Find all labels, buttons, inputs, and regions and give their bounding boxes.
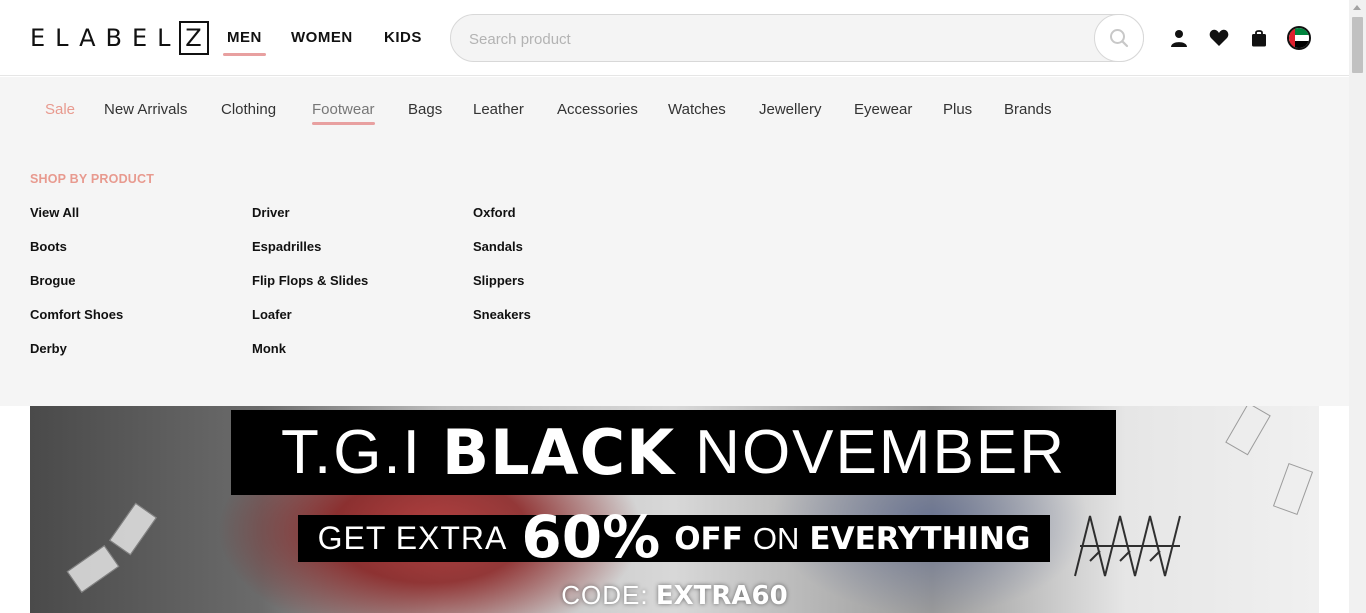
- search-bar: [450, 14, 1144, 62]
- category-footwear[interactable]: Footwear: [312, 101, 375, 125]
- gender-tab-women[interactable]: WOMEN: [291, 29, 353, 46]
- menu-link-loafer[interactable]: Loafer: [252, 307, 292, 322]
- category-plus[interactable]: Plus: [943, 101, 972, 118]
- tribal-pattern-image: [1074, 515, 1181, 577]
- category-nav: Sale New Arrivals Clothing Footwear Bags…: [0, 101, 1349, 125]
- menu-link-boots[interactable]: Boots: [30, 239, 67, 254]
- gender-tab-men[interactable]: MEN: [223, 29, 266, 56]
- offer-percent: 60%: [521, 502, 661, 571]
- heart-icon: [1209, 29, 1229, 46]
- menu-link-sneakers[interactable]: Sneakers: [473, 307, 531, 322]
- site-header: ELABEL Z MEN WOMEN KIDS: [0, 0, 1349, 76]
- offer-prefix: GET EXTRA: [317, 520, 508, 556]
- promo-code: CODE: EXTRA60: [30, 580, 1319, 611]
- headline-bold: BLACK: [441, 416, 676, 489]
- category-sale[interactable]: Sale: [45, 101, 75, 118]
- search-input[interactable]: [469, 27, 1069, 51]
- menu-link-driver[interactable]: Driver: [252, 205, 290, 220]
- flying-banknote-image: [109, 502, 157, 556]
- category-leather[interactable]: Leather: [473, 101, 524, 118]
- page-scrollbar[interactable]: [1349, 0, 1366, 613]
- headline-prefix: T.G.I: [280, 418, 422, 487]
- menu-link-sandals[interactable]: Sandals: [473, 239, 523, 254]
- category-bags[interactable]: Bags: [408, 101, 442, 118]
- category-eyewear[interactable]: Eyewear: [854, 101, 912, 118]
- search-icon: [1110, 29, 1129, 48]
- offer-off: OFF: [674, 520, 743, 557]
- gender-tab-kids[interactable]: KIDS: [384, 29, 422, 46]
- category-clothing[interactable]: Clothing: [221, 101, 276, 118]
- category-brands[interactable]: Brands: [1004, 101, 1052, 118]
- menu-link-monk[interactable]: Monk: [252, 341, 286, 356]
- menu-link-comfort-shoes[interactable]: Comfort Shoes: [30, 307, 123, 322]
- category-watches[interactable]: Watches: [668, 101, 726, 118]
- site-logo[interactable]: ELABEL Z: [30, 21, 209, 55]
- logo-text: ELABEL: [30, 24, 181, 52]
- shop-by-product-heading: SHOP BY PRODUCT: [30, 172, 155, 186]
- logo-box-letter: Z: [178, 21, 209, 55]
- menu-link-flip-flops-slides[interactable]: Flip Flops & Slides: [252, 273, 368, 288]
- offer-everything: EVERYTHING: [809, 520, 1031, 557]
- user-icon: [1171, 30, 1187, 47]
- menu-link-derby[interactable]: Derby: [30, 341, 67, 356]
- menu-link-view-all[interactable]: View All: [30, 205, 79, 220]
- flying-banknote-image: [1272, 462, 1314, 516]
- menu-link-espadrilles[interactable]: Espadrilles: [252, 239, 321, 254]
- banner-headline: T.G.I BLACK NOVEMBER: [231, 410, 1116, 495]
- bag-icon: [1252, 30, 1266, 47]
- scrollbar-thumb[interactable]: [1352, 17, 1363, 73]
- country-selector[interactable]: [1287, 26, 1311, 50]
- menu-link-oxford[interactable]: Oxford: [473, 205, 516, 220]
- wishlist-button[interactable]: [1208, 27, 1230, 49]
- uae-flag-icon: [1289, 28, 1309, 48]
- promo-banner[interactable]: T.G.I BLACK NOVEMBER GET EXTRA 60% OFF O…: [30, 406, 1319, 613]
- banner-offer: GET EXTRA 60% OFF ON EVERYTHING: [298, 508, 1050, 566]
- promo-code-label: CODE:: [561, 580, 649, 610]
- category-jewellery[interactable]: Jewellery: [759, 101, 822, 118]
- menu-link-brogue[interactable]: Brogue: [30, 273, 76, 288]
- category-accessories[interactable]: Accessories: [557, 101, 638, 118]
- headline-suffix: NOVEMBER: [695, 418, 1067, 487]
- promo-code-value: EXTRA60: [655, 581, 788, 611]
- cart-button[interactable]: [1248, 27, 1270, 49]
- search-button[interactable]: [1094, 14, 1144, 62]
- scroll-up-arrow-icon[interactable]: [1353, 5, 1361, 10]
- account-button[interactable]: [1168, 27, 1190, 49]
- flying-banknote-image: [1225, 406, 1271, 456]
- offer-on: ON: [752, 520, 800, 556]
- category-new-arrivals[interactable]: New Arrivals: [104, 101, 187, 118]
- menu-link-slippers[interactable]: Slippers: [473, 273, 524, 288]
- mega-menu: Sale New Arrivals Clothing Footwear Bags…: [0, 77, 1349, 406]
